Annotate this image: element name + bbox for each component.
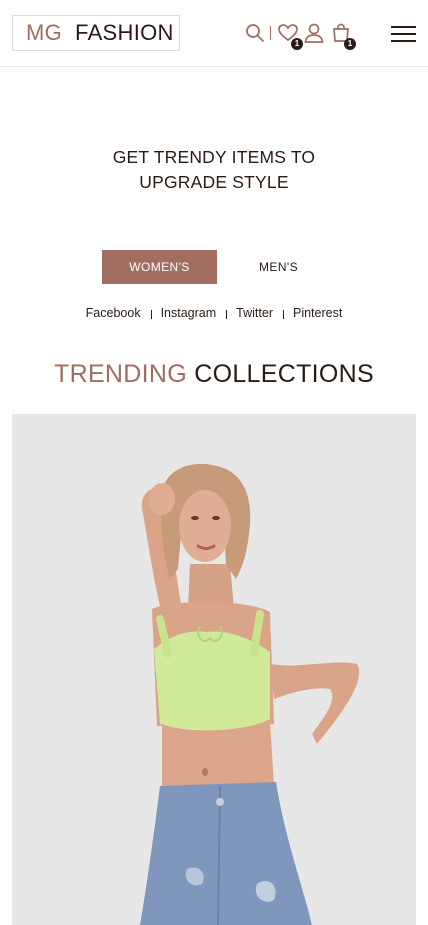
logo[interactable]: MG FASHION [12, 15, 180, 51]
social-link-twitter[interactable]: Twitter [226, 306, 283, 320]
social-link-facebook[interactable]: Facebook [76, 306, 151, 320]
menu-icon[interactable] [391, 26, 416, 43]
tab-mens[interactable]: MEN'S [221, 250, 336, 284]
section-title-accent: TRENDING [54, 360, 187, 388]
heart-icon[interactable]: 1 [277, 22, 303, 50]
user-icon[interactable] [303, 22, 325, 44]
logo-prefix: MG [26, 20, 63, 45]
wishlist-count-badge: 1 [291, 38, 303, 50]
hero-heading-line2: UPGRADE STYLE [139, 172, 289, 192]
section-title-main: COLLECTIONS [194, 360, 374, 388]
tab-womens[interactable]: WOMEN'S [102, 250, 217, 284]
logo-name: FASHION [75, 20, 174, 45]
search-icon[interactable] [244, 22, 266, 44]
social-link-pinterest[interactable]: Pinterest [282, 306, 352, 320]
cart-count-badge: 1 [344, 38, 356, 50]
icon-separator [270, 26, 271, 40]
site-header: MG FASHION 1 1 [0, 0, 428, 67]
social-link-instagram[interactable]: Instagram [150, 306, 227, 320]
section-title: TRENDING COLLECTIONS [0, 360, 428, 389]
social-links: Facebook Instagram Twitter Pinterest [0, 306, 428, 320]
model-illustration [12, 414, 416, 925]
hero-heading-line1: GET TRENDY ITEMS TO [112, 147, 316, 167]
shopping-bag-icon[interactable]: 1 [330, 22, 356, 50]
product-image[interactable] [12, 414, 416, 925]
hero-heading: GET TRENDY ITEMS TO UPGRADE STYLE [0, 145, 428, 195]
